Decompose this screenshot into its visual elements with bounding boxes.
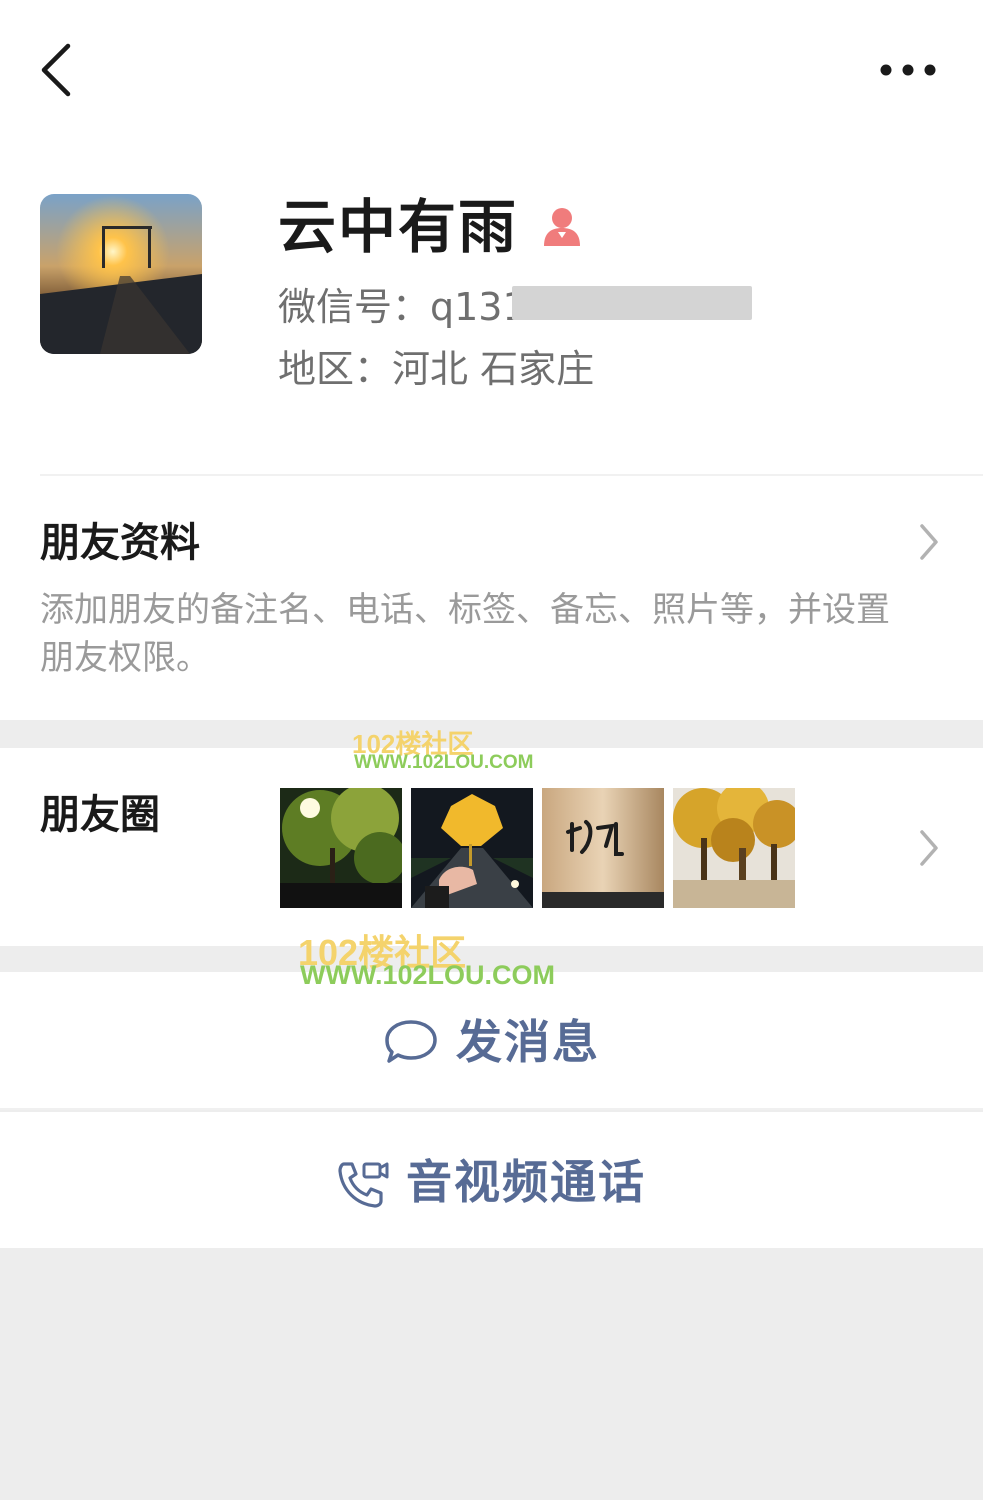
watermark-url: WWW.102LOU.COM (354, 752, 534, 773)
wechat-id: 微信号：q131 (278, 285, 527, 329)
chevron-right-icon (920, 524, 938, 560)
phone-video-icon (338, 1162, 389, 1208)
send-message-label: 发消息 (456, 1015, 600, 1069)
watermark-url: WWW.102LOU.COM (300, 960, 555, 990)
moments-thumbnail (673, 788, 795, 908)
more-horizontal-icon (880, 64, 936, 76)
friend-info-description: 添加朋友的备注名、电话、标签、备忘、照片等，并设置朋友权限。 (40, 590, 890, 678)
divider (40, 474, 983, 476)
friend-info-title: 朋友资料 (40, 520, 200, 566)
chevron-left-icon (41, 43, 71, 97)
moments-title: 朋友圈 (40, 792, 160, 838)
avatar[interactable] (40, 194, 202, 354)
moments-thumbnail (542, 788, 664, 908)
redaction-bar (512, 286, 752, 320)
divider (0, 1108, 983, 1110)
section-gap (0, 722, 983, 748)
more-button[interactable] (868, 50, 948, 90)
back-button[interactable] (30, 38, 90, 102)
moments-thumbnail (280, 788, 402, 908)
contact-name: 云中有雨 (278, 193, 519, 261)
region: 地区：河北 石家庄 (278, 347, 595, 391)
audio-video-call-label: 音视频通话 (406, 1155, 646, 1209)
moments-thumbnail (411, 788, 533, 908)
chat-bubble-icon (385, 1020, 437, 1063)
chevron-right-icon (920, 830, 938, 866)
female-user-icon (540, 204, 584, 248)
